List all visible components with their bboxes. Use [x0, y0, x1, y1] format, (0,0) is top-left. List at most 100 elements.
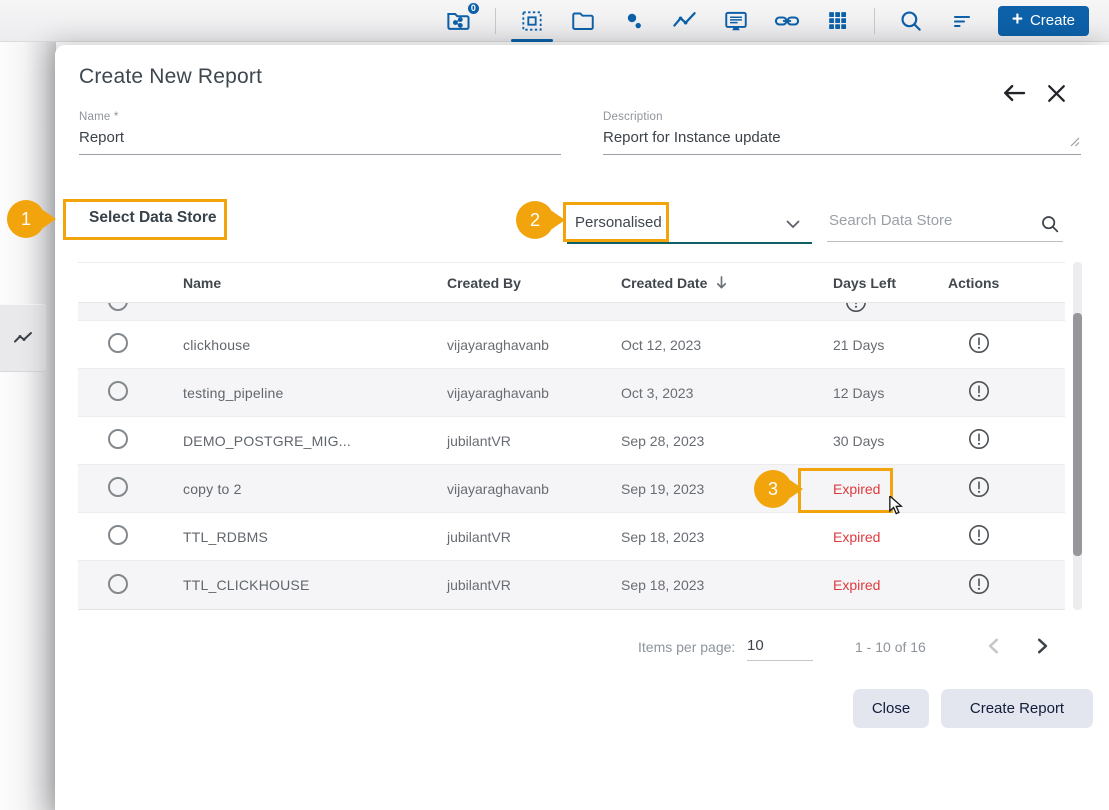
dropdown-selected-value: Personalised [575, 214, 662, 231]
created-date-header-label: Created Date [621, 275, 707, 291]
radio-button[interactable] [108, 477, 128, 497]
folder-icon[interactable] [568, 6, 598, 36]
items-per-page-label: Items per page: [638, 639, 735, 655]
create-report-modal: Create New Report Name * Description Sel… [55, 45, 1109, 810]
description-input[interactable] [603, 127, 1081, 155]
datastore-created-date: Sep 28, 2023 [598, 433, 800, 449]
datastore-name: clickhouse [160, 337, 420, 353]
bubble-cluster-icon[interactable] [619, 6, 649, 36]
info-warning-icon[interactable] [845, 303, 867, 313]
datastore-name: DEMO_POSTGRE_MIG... [160, 433, 420, 449]
link-icon[interactable] [772, 6, 802, 36]
sort-descending-icon [715, 275, 728, 290]
datastore-created-by: jubilantVR [420, 577, 598, 593]
name-field-label: Name * [79, 111, 561, 123]
create-button[interactable]: + Create [998, 6, 1089, 36]
description-field-label: Description [603, 111, 1081, 123]
shared-reports-folder-icon[interactable]: 0 [444, 6, 474, 36]
datastore-name: TTL_CLICKHOUSE [160, 577, 420, 593]
datastore-days-left-expired: Expired [800, 529, 925, 545]
table-scrollbar-track[interactable] [1073, 262, 1082, 610]
table-row[interactable]: TTL_CLICKHOUSE jubilantVR Sep 18, 2023 E… [78, 561, 1065, 609]
create-button-label: Create [1030, 12, 1075, 29]
toolbar-divider [874, 8, 875, 34]
table-scrollbar-thumb[interactable] [1073, 313, 1082, 556]
table-header-row: Name Created By Created Date Days Left A… [78, 263, 1065, 303]
search-icon[interactable] [1039, 213, 1061, 235]
column-header-name[interactable]: Name [160, 275, 420, 291]
info-warning-icon[interactable] [968, 476, 990, 498]
info-warning-icon[interactable] [968, 428, 990, 450]
search-data-store-input[interactable] [827, 205, 1063, 242]
app-screen: 0 [0, 0, 1109, 810]
sort-filter-icon[interactable] [947, 6, 977, 36]
close-icon [1043, 80, 1070, 107]
radio-button[interactable] [108, 333, 128, 353]
datastore-created-date: Sep 18, 2023 [598, 577, 800, 593]
info-warning-icon[interactable] [968, 380, 990, 402]
column-header-created-by[interactable]: Created By [420, 275, 598, 291]
column-header-days-left[interactable]: Days Left [800, 275, 925, 291]
line-chart-icon[interactable] [670, 6, 700, 36]
info-warning-icon[interactable] [968, 332, 990, 354]
top-toolbar: 0 [0, 0, 1109, 42]
radio-button[interactable] [108, 303, 128, 311]
board-list-icon[interactable] [721, 6, 751, 36]
next-page-button[interactable] [1031, 636, 1053, 658]
table-row[interactable]: DEMO_POSTGRE_MIG... jubilantVR Sep 28, 2… [78, 417, 1065, 465]
previous-page-button[interactable] [983, 636, 1005, 658]
name-field-group: Name * [79, 111, 561, 155]
search-icon[interactable] [896, 6, 926, 36]
close-modal-button[interactable]: Close [853, 689, 929, 728]
datastore-created-by: jubilantVR [420, 433, 598, 449]
toolbar-divider [495, 8, 496, 34]
data-grid-icon[interactable] [823, 6, 853, 36]
datastore-days-left-expired: Expired [800, 481, 925, 497]
items-per-page-select[interactable]: 10 [747, 637, 813, 661]
datastore-days-left-expired: Expired [800, 577, 925, 593]
datastore-created-by: vijayaraghavanb [420, 481, 598, 497]
close-button[interactable] [1043, 80, 1070, 107]
datastore-created-by: vijayaraghavanb [420, 337, 598, 353]
radio-button[interactable] [108, 381, 128, 401]
textarea-resize-handle-icon[interactable] [1070, 137, 1080, 147]
datastore-name: copy to 2 [160, 481, 420, 497]
dashboard-chip-icon[interactable] [517, 6, 547, 36]
info-warning-icon[interactable] [968, 524, 990, 546]
datastore-name: testing_pipeline [160, 385, 420, 401]
data-store-table: Name Created By Created Date Days Left A… [78, 262, 1065, 610]
description-field-group: Description [603, 111, 1081, 155]
back-button[interactable] [999, 78, 1029, 108]
chevron-right-icon [1033, 637, 1051, 655]
arrow-left-icon [999, 78, 1029, 108]
table-row-partial[interactable] [78, 303, 1065, 321]
column-header-actions: Actions [925, 275, 1065, 291]
datastore-created-date: Sep 19, 2023 [598, 481, 800, 497]
data-store-search [827, 205, 1063, 242]
dropdown-underline [567, 242, 812, 245]
datastore-days-left: 21 Days [800, 337, 925, 353]
line-chart-icon [11, 326, 35, 350]
plus-icon: + [1012, 10, 1023, 29]
radio-button[interactable] [108, 525, 128, 545]
table-row[interactable]: clickhouse vijayaraghavanb Oct 12, 2023 … [78, 321, 1065, 369]
chevron-down-icon [786, 220, 800, 229]
table-row[interactable]: testing_pipeline vijayaraghavanb Oct 3, … [78, 369, 1065, 417]
column-header-created-date[interactable]: Created Date [598, 275, 800, 291]
radio-button[interactable] [108, 574, 128, 594]
datastore-created-by: jubilantVR [420, 529, 598, 545]
modal-title: Create New Report [79, 65, 262, 89]
background-chart-tab[interactable] [0, 304, 46, 372]
create-report-button[interactable]: Create Report [941, 689, 1093, 728]
name-input[interactable] [79, 127, 561, 155]
chevron-left-icon [985, 637, 1003, 655]
datastore-days-left: 30 Days [800, 433, 925, 449]
info-warning-icon[interactable] [968, 573, 990, 595]
radio-button[interactable] [108, 429, 128, 449]
background-page [0, 42, 56, 810]
datastore-created-by: vijayaraghavanb [420, 385, 598, 401]
table-row[interactable]: copy to 2 vijayaraghavanb Sep 19, 2023 E… [78, 465, 1065, 513]
datastore-created-date: Oct 12, 2023 [598, 337, 800, 353]
data-store-category-dropdown[interactable]: Personalised [567, 205, 812, 244]
table-row[interactable]: TTL_RDBMS jubilantVR Sep 18, 2023 Expire… [78, 513, 1065, 561]
